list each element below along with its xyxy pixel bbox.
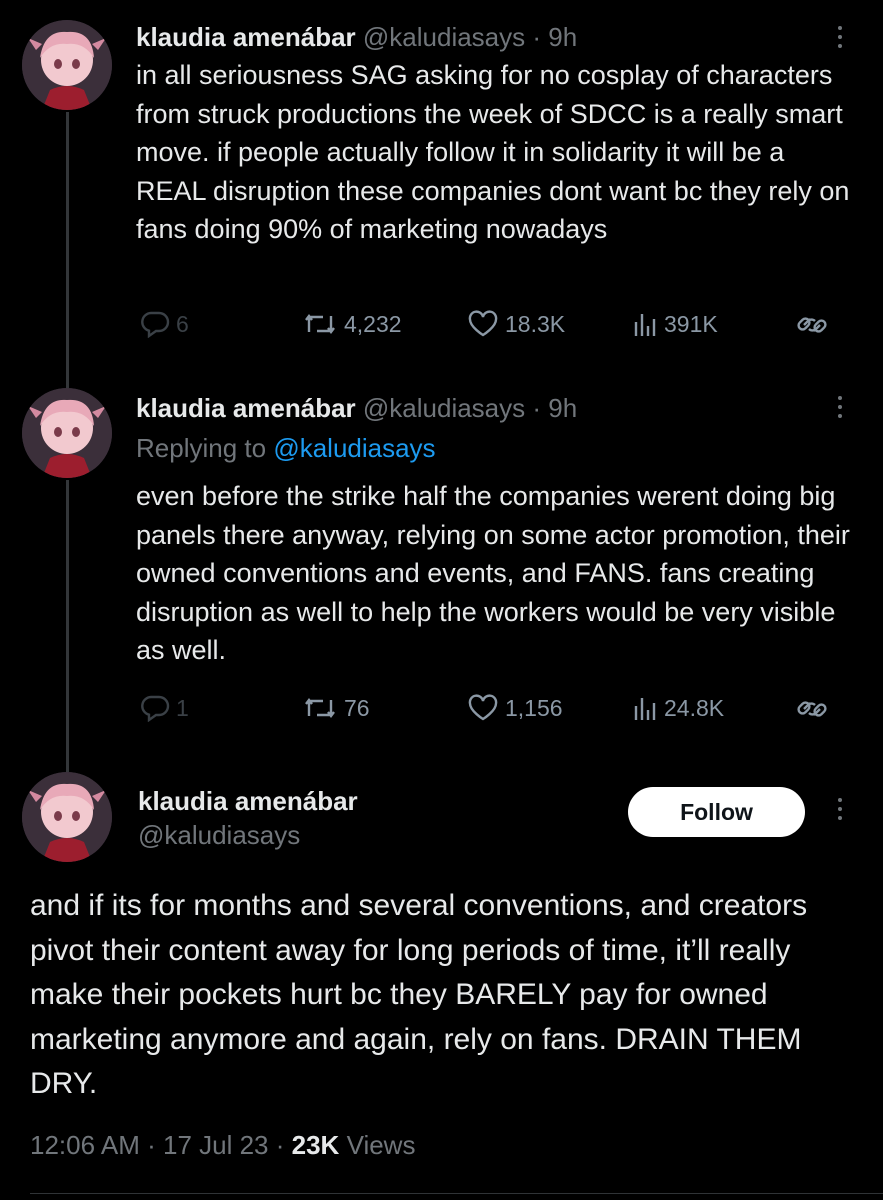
tweet-time[interactable]: 12:06 AM — [30, 1130, 140, 1160]
views-label: Views — [346, 1130, 416, 1160]
views-button[interactable]: 391K — [632, 310, 718, 338]
retweet-icon — [305, 698, 335, 718]
share-button[interactable] — [795, 694, 829, 724]
replying-handle-link[interactable]: @kaludiasays — [273, 433, 435, 463]
reply-count: 1 — [176, 694, 189, 721]
replying-prefix: Replying to — [136, 433, 267, 463]
display-name[interactable]: klaudia amenábar — [138, 786, 358, 817]
avatar[interactable] — [22, 20, 112, 110]
retweet-count: 4,232 — [344, 310, 402, 337]
views-count: 24.8K — [664, 694, 725, 721]
share-button[interactable] — [795, 310, 829, 340]
replying-to: Replying to @kaludiasays — [136, 433, 436, 464]
divider — [30, 1193, 883, 1194]
like-button[interactable]: 18.3K — [467, 310, 565, 338]
avatar[interactable] — [22, 388, 112, 478]
more-icon[interactable] — [835, 798, 845, 825]
share-icon — [797, 701, 827, 717]
like-icon — [468, 310, 498, 337]
handle[interactable]: @kaludiasays — [138, 820, 300, 851]
views-icon — [634, 698, 656, 720]
follow-button[interactable]: Follow — [628, 787, 805, 837]
views-icon — [634, 314, 656, 336]
tweet-date[interactable]: 17 Jul 23 — [163, 1130, 269, 1160]
like-count: 18.3K — [505, 310, 566, 337]
views-count: 391K — [664, 310, 718, 337]
reply-count: 6 — [176, 310, 189, 337]
retweet-button[interactable]: 4,232 — [302, 310, 402, 338]
share-icon — [797, 317, 827, 333]
thread-line — [66, 480, 69, 772]
reply-icon — [141, 695, 170, 722]
timestamp[interactable]: · 9h — [532, 22, 577, 52]
more-icon[interactable] — [835, 396, 845, 423]
reply-button[interactable]: 6 — [140, 310, 189, 338]
like-button[interactable]: 1,156 — [467, 694, 563, 722]
retweet-count: 76 — [344, 694, 370, 721]
more-icon[interactable] — [835, 26, 845, 53]
timestamp[interactable]: · 9h — [532, 393, 577, 423]
like-count: 1,156 — [505, 694, 563, 721]
handle[interactable]: @kaludiasays — [363, 22, 525, 52]
views-count: 23K — [291, 1130, 340, 1160]
reply-icon — [141, 311, 170, 338]
like-icon — [468, 694, 498, 721]
retweet-button[interactable]: 76 — [302, 694, 370, 722]
tweet-text: even before the strike half the companie… — [136, 481, 850, 665]
tweet-author[interactable]: klaudia amenábar @kaludiasays · 9h — [136, 22, 577, 53]
display-name[interactable]: klaudia amenábar — [136, 393, 356, 423]
tweet-text: in all seriousness SAG asking for no cos… — [136, 60, 850, 244]
tweet-author[interactable]: klaudia amenábar @kaludiasays · 9h — [136, 393, 577, 424]
avatar[interactable] — [22, 772, 112, 862]
tweet-meta: 12:06 AM · 17 Jul 23 · 23K Views — [30, 1130, 416, 1160]
main-tweet-text: and if its for months and several conven… — [30, 889, 808, 1100]
handle[interactable]: @kaludiasays — [363, 393, 525, 423]
thread-line — [66, 112, 69, 392]
retweet-icon — [305, 314, 335, 334]
display-name[interactable]: klaudia amenábar — [136, 22, 356, 52]
reply-button[interactable]: 1 — [140, 694, 189, 722]
views-button[interactable]: 24.8K — [632, 694, 724, 722]
